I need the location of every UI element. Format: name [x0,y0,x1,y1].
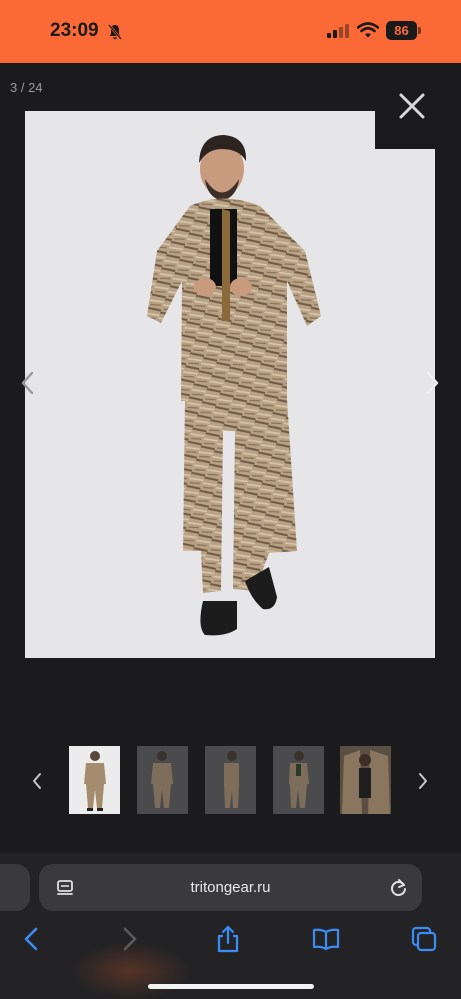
page-menu-icon[interactable] [55,878,75,898]
thumbnails-prev-icon[interactable] [30,772,44,790]
thumbnail-5[interactable] [340,746,391,814]
status-time: 23:09 [50,20,99,41]
thumbnail-2[interactable] [137,746,188,814]
image-gallery-lightbox: 3 / 24 [0,63,461,853]
main-product-image[interactable] [25,110,436,658]
close-icon[interactable] [396,90,428,122]
reload-icon[interactable] [388,877,409,898]
cellular-signal-icon [327,24,349,38]
status-bar: 23:09 86 [0,0,461,63]
share-icon[interactable] [214,925,242,953]
battery-icon: 86 [386,21,422,40]
forward-icon[interactable] [116,925,144,953]
address-bar[interactable]: tritongear.ru [39,864,422,911]
chevron-right-icon[interactable] [424,370,442,396]
previous-tab-preview[interactable] [0,864,30,911]
thumbnail-1[interactable] [69,746,120,814]
image-counter: 3 / 24 [10,80,43,95]
thumbnails-next-icon[interactable] [416,772,430,790]
thumbnail-strip [0,746,461,814]
browser-bottom-bar: tritongear.ru [0,853,461,999]
url-text: tritongear.ru [190,879,271,896]
chevron-left-icon[interactable] [18,370,36,396]
back-icon[interactable] [17,925,45,953]
home-indicator[interactable] [148,984,314,989]
bell-slash-icon [108,24,122,40]
bookmarks-icon[interactable] [312,925,340,953]
tabs-icon[interactable] [410,925,438,953]
thumbnail-4[interactable] [273,746,324,814]
thumbnail-3[interactable] [205,746,256,814]
model-figure [147,135,321,636]
battery-level: 86 [386,21,417,40]
wifi-icon [357,22,379,38]
